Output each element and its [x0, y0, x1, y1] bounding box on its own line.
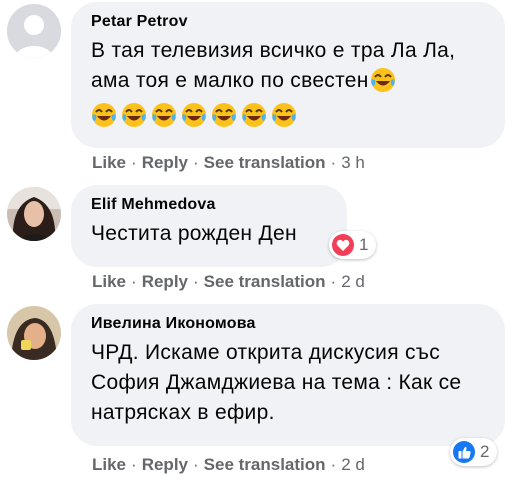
reply-button[interactable]: Reply [142, 455, 188, 474]
comment-bubble: Ивелина Икономова ЧРД. Искаме открита ди… [71, 304, 505, 446]
default-avatar-icon [7, 4, 61, 58]
tears-of-joy-emoji-icon [122, 103, 146, 127]
separator: · [193, 272, 199, 291]
comment-timestamp[interactable]: 2 d [341, 455, 365, 474]
separator: · [131, 272, 137, 291]
tears-of-joy-emoji-icon [272, 103, 296, 127]
like-button[interactable]: Like [92, 153, 126, 172]
tears-of-joy-emoji-icon [242, 103, 266, 127]
comment-author[interactable]: Ивелина Икономова [91, 314, 487, 334]
comment-text: ЧРД. Искаме открита дискусия със София Д… [91, 341, 462, 424]
separator: · [330, 153, 337, 172]
see-translation-link[interactable]: See translation [204, 455, 326, 474]
tears-of-joy-emoji-icon [370, 68, 395, 92]
comment-text: В тая телевизия всичко е тра Ла Ла, ама … [91, 36, 491, 96]
separator: · [131, 153, 137, 172]
reaction-count: 2 [480, 442, 490, 461]
reply-button[interactable]: Reply [142, 153, 188, 172]
tears-of-joy-emoji-icon [152, 103, 176, 127]
comment-bubble: Petar Petrov В тая телевизия всичко е тр… [71, 2, 505, 148]
avatar[interactable] [7, 306, 61, 360]
reaction-summary[interactable]: 2 [450, 438, 498, 466]
comment-actions: Like · Reply · See translation · 2 d [92, 455, 365, 475]
like-button[interactable]: Like [92, 272, 126, 291]
avatar-default[interactable] [7, 4, 61, 58]
comment-timestamp[interactable]: 3 h [341, 153, 365, 172]
comment-actions: Like · Reply · See translation · 3 h [92, 153, 365, 173]
comment-actions: Like · Reply · See translation · 2 d [92, 272, 365, 292]
reaction-summary[interactable]: 1 [329, 231, 377, 259]
tears-of-joy-emoji-icon [92, 103, 116, 127]
comment-text: Честита рожден Ден [91, 222, 297, 245]
profile-photo-icon [7, 306, 61, 360]
separator: · [330, 272, 337, 291]
emoji-row [91, 102, 487, 132]
separator: · [193, 153, 199, 172]
tears-of-joy-emoji-icon [212, 103, 236, 127]
separator: · [193, 455, 199, 474]
like-button[interactable]: Like [92, 455, 126, 474]
tears-of-joy-emoji-icon [182, 103, 206, 127]
profile-photo-icon [7, 187, 61, 241]
separator: · [330, 455, 337, 474]
reaction-count: 1 [359, 235, 369, 254]
comment-timestamp[interactable]: 2 d [341, 272, 365, 291]
see-translation-link[interactable]: See translation [204, 272, 326, 291]
see-translation-link[interactable]: See translation [204, 153, 326, 172]
avatar[interactable] [7, 187, 61, 241]
comment-text-body: В тая телевизия всичко е тра Ла Ла, ама … [91, 39, 456, 92]
comment-bubble: Elif Mehmedova Честита рожден Ден [71, 185, 347, 267]
reply-button[interactable]: Reply [142, 272, 188, 291]
heart-icon [332, 234, 354, 256]
comment-author[interactable]: Elif Mehmedova [91, 195, 329, 215]
comment-author[interactable]: Petar Petrov [91, 12, 487, 32]
separator: · [131, 455, 137, 474]
like-icon [453, 441, 475, 463]
